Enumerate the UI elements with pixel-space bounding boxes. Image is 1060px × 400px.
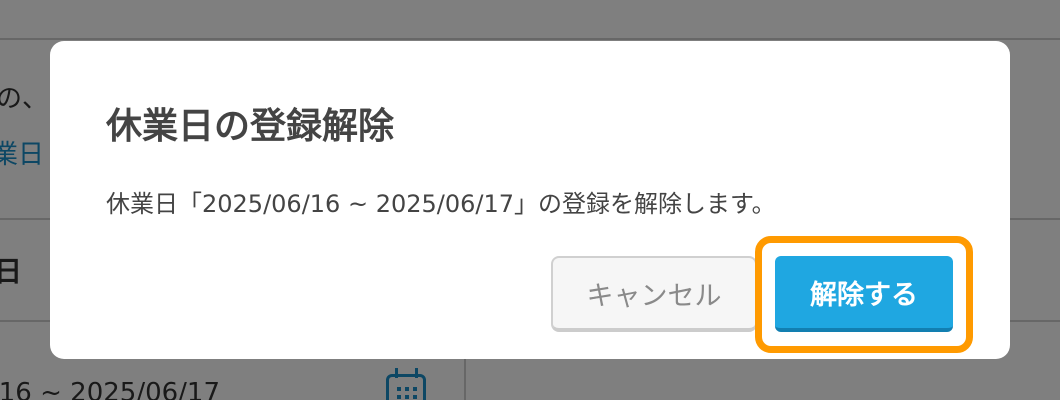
dialog-message: 休業日「2025/06/16 ~ 2025/06/17」の登録を解除します。 (106, 190, 776, 218)
cancel-button[interactable]: キャンセル (551, 256, 757, 332)
unregister-button[interactable]: 解除する (775, 256, 953, 332)
confirm-dialog: 休業日の登録解除 休業日「2025/06/16 ~ 2025/06/17」の登録… (50, 41, 1010, 359)
dialog-title: 休業日の登録解除 (106, 106, 395, 147)
